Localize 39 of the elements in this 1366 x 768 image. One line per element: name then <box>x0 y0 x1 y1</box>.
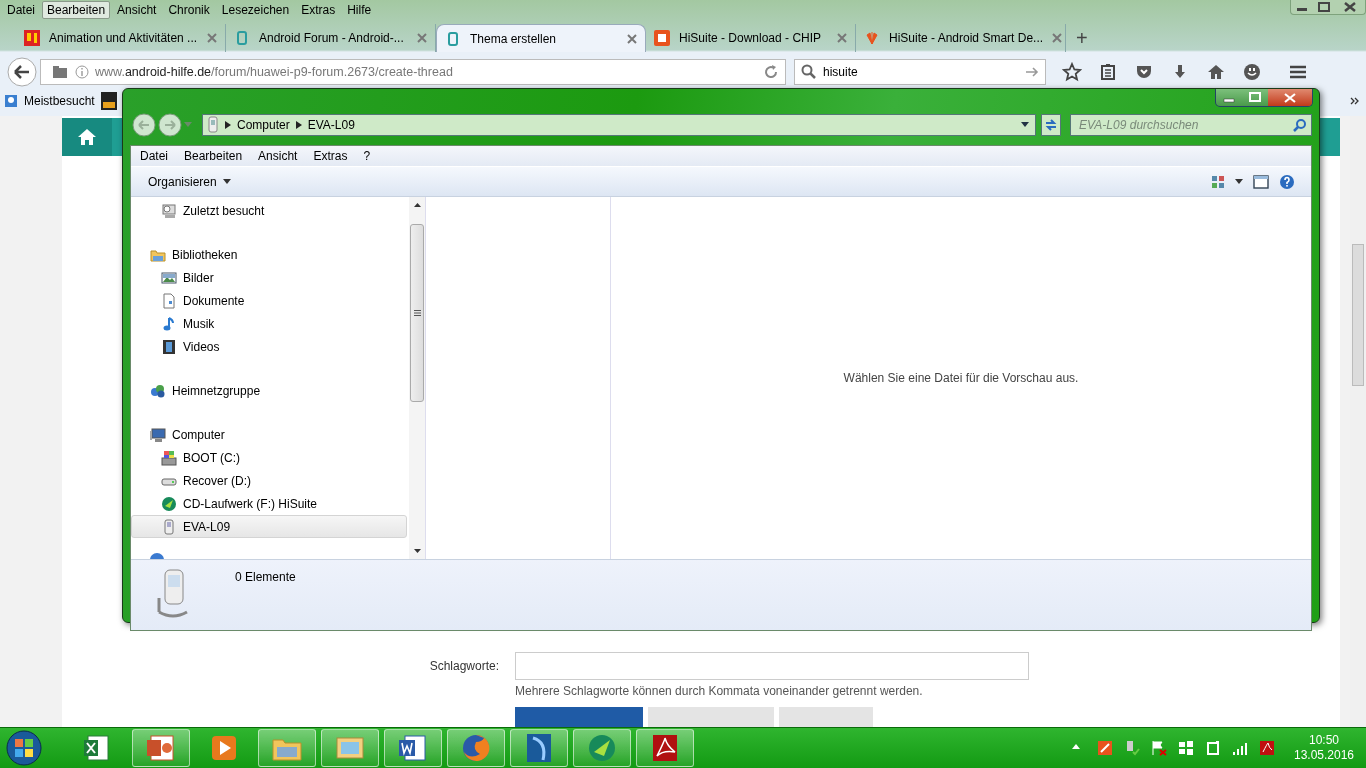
menu-item[interactable]: Bearbeiten <box>184 149 243 163</box>
browser-tab[interactable]: HiSuite - Download - CHIP <box>646 24 856 52</box>
nav-item[interactable]: CD-Laufwerk (F:) HiSuite <box>131 492 407 515</box>
nav-item[interactable]: Musik <box>131 312 407 335</box>
nav-item[interactable]: BOOT (C:) <box>131 446 407 469</box>
field-hint: Mehrere Schlagworte können durch Kommata voneinander getrennt werden. <box>515 684 924 698</box>
menu-item[interactable]: Ansicht <box>112 1 162 19</box>
browser-tab[interactable]: HiSuite - Android Smart De... <box>856 24 1066 52</box>
nav-item[interactable]: Recover (D:) <box>131 469 407 492</box>
address-bar[interactable]: Computer EVA-L09 <box>202 114 1036 136</box>
menu-item[interactable]: Extras <box>313 149 348 163</box>
menu-item[interactable]: Bearbeiten <box>42 1 111 19</box>
menu-item[interactable]: Extras <box>296 1 341 19</box>
preview-message: Wählen Sie eine Datei für die Vorschau aus. <box>843 371 1079 385</box>
nav-item[interactable]: Bibliotheken <box>131 243 407 266</box>
nav-item[interactable]: Heimnetzgruppe <box>131 379 407 402</box>
status-text: 0 Elemente <box>235 570 296 584</box>
nav-item[interactable]: Bilder <box>131 266 407 289</box>
new-tab-button[interactable]: + <box>1066 26 1098 50</box>
menu-item[interactable]: Ansicht <box>258 149 298 163</box>
browser-tab[interactable]: Thema erstellen <box>436 24 646 52</box>
url-text: www.android-hilfe.de/forum/huawei-p9-forum.2673/create-thread <box>95 65 454 79</box>
menu-item[interactable]: ? <box>363 149 371 163</box>
field-label: Schlagworte: <box>428 659 500 675</box>
menu-item[interactable]: Chronik <box>163 1 215 19</box>
nav-item[interactable]: EVA-L09 <box>131 515 407 538</box>
menu-item[interactable]: Datei <box>140 149 168 163</box>
organize-button[interactable]: Organisieren <box>148 174 245 189</box>
nav-item[interactable]: Dokumente <box>131 289 407 312</box>
nav-item[interactable]: Videos <box>131 335 407 358</box>
address-bar[interactable]: www.android-hilfe.de/forum/huawei-p9-forum.2673/create-thread <box>40 59 786 85</box>
menu-item[interactable]: Hilfe <box>342 1 377 19</box>
browser-tab[interactable]: Animation und Aktivitäten ... <box>16 24 226 52</box>
search-field[interactable]: hisuite <box>794 59 1046 85</box>
bookmark-item[interactable]: Meistbesucht <box>4 94 95 108</box>
nav-item[interactable]: Computer <box>131 423 407 446</box>
nav-item[interactable]: Zuletzt besucht <box>131 199 407 222</box>
menu-item[interactable]: Datei <box>2 1 40 19</box>
menu-item[interactable]: Lesezeichen <box>216 1 295 19</box>
